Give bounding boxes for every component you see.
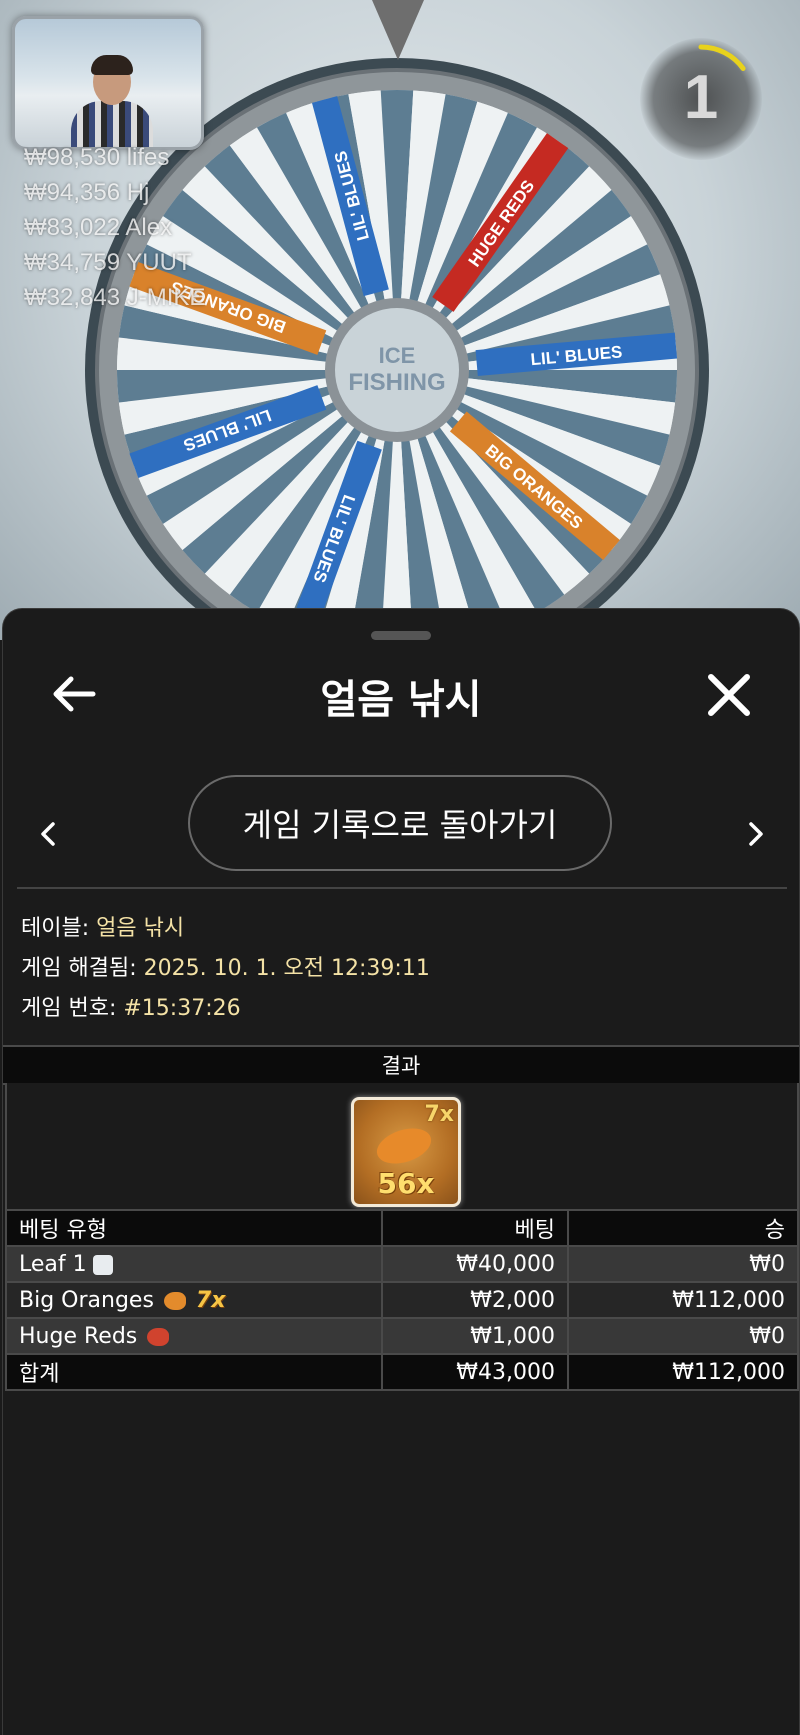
game-number-label: 게임 번호: — [21, 996, 117, 1021]
leaderboard-row: ₩32,843 J-MIKE — [24, 284, 206, 311]
bets-table: 베팅 유형 베팅 승 Leaf 1 ₩40,000 ₩0 Big Oranges… — [5, 1209, 799, 1391]
dealer-video-thumbnail[interactable] — [12, 16, 204, 150]
bet-type-label: Big Oranges — [19, 1287, 154, 1313]
win-amount-cell: ₩0 — [567, 1245, 799, 1283]
leaderboard-row: ₩98,530 lifes — [24, 144, 170, 171]
table-row: Huge Reds ₩1,000 ₩0 — [5, 1317, 799, 1355]
win-amount-cell: ₩112,000 — [567, 1281, 799, 1319]
game-info: 테이블: 얼음 낚시 게임 해결됨: 2025. 10. 1. 오전 12:39… — [21, 909, 430, 1029]
page-title: 얼음 낚시 — [320, 677, 482, 723]
previous-game-button[interactable] — [33, 814, 63, 854]
win-header: 승 — [567, 1209, 799, 1247]
multiplier-badge: 7x — [195, 1287, 226, 1313]
total-label: 합계 — [5, 1353, 383, 1391]
game-detail-sheet: 얼음 낚시 게임 기록으로 돌아가기 테이블: 얼음 낚시 게임 해결됨: 20… — [2, 608, 800, 1735]
table-row: Big Oranges 7x ₩2,000 ₩112,000 — [5, 1281, 799, 1319]
wheel-center-label-2: FISHING — [348, 369, 445, 396]
bet-amount-cell: ₩40,000 — [381, 1245, 569, 1283]
red-fish-icon — [147, 1327, 170, 1346]
bet-type-cell: Leaf 1 — [5, 1245, 383, 1283]
next-game-button[interactable] — [741, 814, 771, 854]
total-bet-cell: ₩43,000 — [381, 1353, 569, 1391]
win-amount-cell: ₩0 — [567, 1317, 799, 1355]
table-row: Leaf 1 ₩40,000 ₩0 — [5, 1245, 799, 1283]
total-win-cell: ₩112,000 — [567, 1353, 799, 1391]
bet-type-label: Huge Reds — [19, 1323, 138, 1349]
table-info-row: 테이블: 얼음 낚시 — [21, 909, 430, 949]
leaderboard-row: ₩83,022 Alex — [24, 214, 173, 241]
leaf-icon — [92, 1254, 113, 1275]
bet-amount-cell: ₩1,000 — [381, 1317, 569, 1355]
wheel-center-label-1: ICE — [379, 343, 416, 368]
close-button[interactable] — [703, 669, 755, 721]
table-label: 테이블: — [21, 916, 90, 941]
result-header: 결과 — [3, 1045, 799, 1085]
game-number-row: 게임 번호: #15:37:26 — [21, 989, 430, 1029]
big-oranges-result-tile: 7x 56x — [351, 1097, 461, 1207]
leaderboard-row: ₩34,759 YUUT — [24, 249, 192, 276]
game-number-value: #15:37:26 — [123, 996, 241, 1021]
table-header-row: 베팅 유형 베팅 승 — [5, 1209, 799, 1247]
resolved-label: 게임 해결됨: — [21, 956, 137, 981]
chevron-left-icon — [41, 822, 55, 846]
result-top-multiplier: 7x — [424, 1102, 455, 1127]
wheel-pointer — [372, 0, 424, 60]
bet-type-cell: Big Oranges 7x — [5, 1281, 383, 1319]
result-bottom-multiplier: 56x — [377, 1167, 435, 1200]
bet-type-label: Leaf 1 — [19, 1251, 87, 1277]
orange-fish-icon — [163, 1291, 186, 1310]
table-value: 얼음 낚시 — [96, 916, 185, 941]
back-to-history-button[interactable]: 게임 기록으로 돌아가기 — [188, 775, 612, 871]
timer-value: 1 — [683, 63, 719, 132]
bet-type-cell: Huge Reds — [5, 1317, 383, 1355]
close-icon — [708, 674, 750, 716]
bet-amount-header: 베팅 — [381, 1209, 569, 1247]
orange-fish-icon — [372, 1122, 436, 1170]
countdown-timer: 1 — [640, 38, 762, 160]
bet-type-header: 베팅 유형 — [5, 1209, 383, 1247]
drag-handle[interactable] — [371, 631, 431, 640]
total-row: 합계 ₩43,000 ₩112,000 — [5, 1353, 799, 1391]
divider — [17, 887, 787, 889]
chevron-right-icon — [749, 822, 763, 846]
resolved-info-row: 게임 해결됨: 2025. 10. 1. 오전 12:39:11 — [21, 949, 430, 989]
game-background: LIL' BLUES HUGE REDS LIL' BLUES BIG ORANGES… — [0, 0, 800, 640]
bet-amount-cell: ₩2,000 — [381, 1281, 569, 1319]
winners-leaderboard: ₩98,530 lifes ₩94,356 Hj ₩83,022 Alex ₩3… — [24, 140, 205, 315]
leaderboard-row: ₩94,356 Hj — [24, 179, 150, 206]
resolved-value: 2025. 10. 1. 오전 12:39:11 — [143, 956, 430, 981]
result-box: 7x 56x — [5, 1083, 799, 1211]
